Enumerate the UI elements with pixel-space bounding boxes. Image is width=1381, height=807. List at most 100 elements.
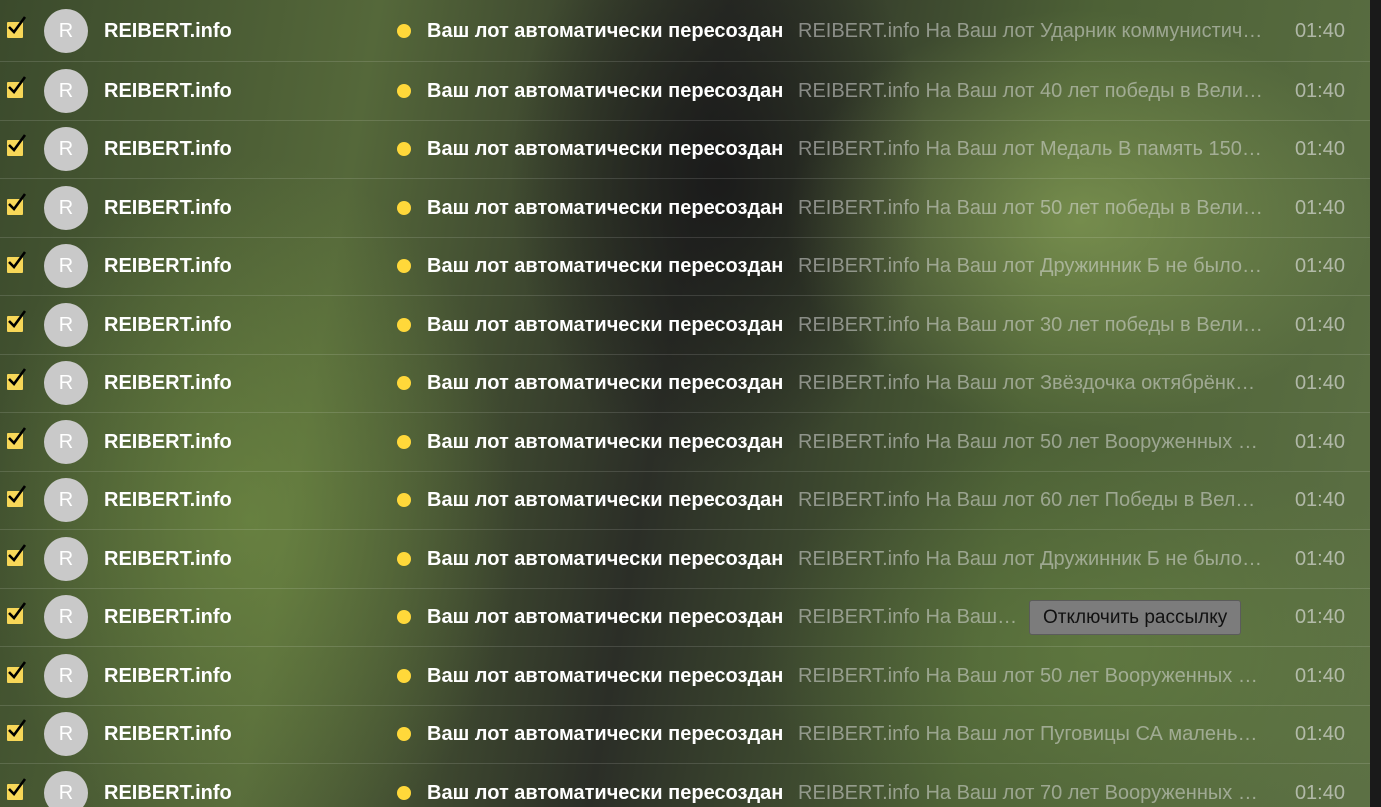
message-row[interactable]: R REIBERT.info Ваш лот автоматически пер… <box>0 413 1370 472</box>
unread-dot-icon[interactable] <box>397 434 411 449</box>
avatar: R <box>44 361 88 406</box>
message-row[interactable]: R REIBERT.info Ваш лот автоматически пер… <box>0 355 1370 413</box>
message-time: 01:40 <box>1294 372 1345 395</box>
unread-dot-icon[interactable] <box>397 727 411 742</box>
sender-name: REIBERT.info <box>104 664 232 687</box>
row-checkbox[interactable] <box>7 368 27 391</box>
message-snippet: REIBERT.info На Ваш лот Дружинник Б не б… <box>798 547 1264 570</box>
row-checkbox[interactable] <box>7 134 27 157</box>
message-snippet: REIBERT.info На Ваш лот <box>798 606 1020 629</box>
sender-name: REIBERT.info <box>104 372 232 395</box>
checkmark-icon <box>8 660 27 679</box>
sender-name: REIBERT.info <box>104 723 232 746</box>
message-time: 01:40 <box>1294 19 1345 42</box>
message-time: 01:40 <box>1294 547 1345 570</box>
checkmark-icon <box>8 134 27 153</box>
unread-dot-icon[interactable] <box>397 785 411 800</box>
unread-dot-icon[interactable] <box>397 493 411 508</box>
message-snippet: REIBERT.info На Ваш лот Ударник коммунис… <box>798 19 1264 42</box>
checkmark-icon <box>8 368 27 387</box>
avatar: R <box>44 536 88 581</box>
message-snippet: REIBERT.info На Ваш лот Звёздочка октябр… <box>798 372 1264 395</box>
avatar: R <box>44 770 88 807</box>
unread-dot-icon[interactable] <box>397 376 411 391</box>
message-row[interactable]: R REIBERT.info Ваш лот автоматически пер… <box>0 179 1370 238</box>
unread-dot-icon[interactable] <box>397 610 411 625</box>
avatar: R <box>44 712 88 757</box>
row-checkbox[interactable] <box>7 485 27 508</box>
avatar: R <box>44 127 88 172</box>
message-row[interactable]: R REIBERT.info Ваш лот автоматически пер… <box>0 62 1370 121</box>
unread-dot-icon[interactable] <box>397 83 411 98</box>
message-subject: Ваш лот автоматически пересоздан <box>427 547 784 570</box>
unread-dot-icon[interactable] <box>397 317 411 332</box>
sender-name: REIBERT.info <box>104 19 232 42</box>
avatar: R <box>44 302 88 347</box>
row-checkbox[interactable] <box>7 426 27 449</box>
row-checkbox[interactable] <box>7 719 27 742</box>
message-subject: Ваш лот автоматически пересоздан <box>427 196 784 219</box>
message-time: 01:40 <box>1294 196 1345 219</box>
sender-name: REIBERT.info <box>104 781 232 804</box>
message-snippet: REIBERT.info На Ваш лот Дружинник Б не б… <box>798 255 1264 278</box>
message-time: 01:40 <box>1294 664 1345 687</box>
avatar: R <box>44 419 88 464</box>
message-snippet: REIBERT.info На Ваш лот 30 лет победы в … <box>798 313 1264 336</box>
sender-name: REIBERT.info <box>104 430 232 453</box>
message-snippet: REIBERT.info На Ваш лот 50 лет Вооруженн… <box>798 430 1264 453</box>
message-time: 01:40 <box>1294 430 1345 453</box>
avatar: R <box>44 8 88 53</box>
message-row[interactable]: R REIBERT.info Ваш лот автоматически пер… <box>0 296 1370 355</box>
message-row[interactable]: R REIBERT.info Ваш лот автоматически пер… <box>0 0 1370 62</box>
message-row[interactable]: R REIBERT.info Ваш лот автоматически пер… <box>0 706 1370 764</box>
row-checkbox[interactable] <box>7 660 27 683</box>
message-row[interactable]: R REIBERT.info Ваш лот автоматически пер… <box>0 238 1370 296</box>
message-row-hovered[interactable]: R REIBERT.info Ваш лот автоматически пер… <box>0 589 1370 647</box>
unread-dot-icon[interactable] <box>397 200 411 215</box>
avatar: R <box>44 185 88 230</box>
row-checkbox[interactable] <box>7 543 27 566</box>
row-checkbox[interactable] <box>7 192 27 215</box>
row-checkbox[interactable] <box>7 15 27 38</box>
message-row[interactable]: R REIBERT.info Ваш лот автоматически пер… <box>0 530 1370 589</box>
unread-dot-icon[interactable] <box>397 23 411 38</box>
checkmark-icon <box>8 777 27 796</box>
unread-dot-icon[interactable] <box>397 142 411 157</box>
sender-name: REIBERT.info <box>104 255 232 278</box>
scrollbar-track[interactable] <box>1370 0 1381 807</box>
message-time: 01:40 <box>1294 723 1345 746</box>
unread-dot-icon[interactable] <box>397 259 411 274</box>
message-snippet: REIBERT.info На Ваш лот Медаль В память … <box>798 138 1264 161</box>
message-subject: Ваш лот автоматически пересоздан <box>427 664 784 687</box>
avatar: R <box>44 68 88 113</box>
sender-name: REIBERT.info <box>104 79 232 102</box>
checkmark-icon <box>8 719 27 738</box>
message-row[interactable]: R REIBERT.info Ваш лот автоматически пер… <box>0 764 1370 807</box>
row-checkbox[interactable] <box>7 251 27 274</box>
message-row[interactable]: R REIBERT.info Ваш лот автоматически пер… <box>0 121 1370 179</box>
unread-dot-icon[interactable] <box>397 551 411 566</box>
message-time: 01:40 <box>1294 79 1345 102</box>
message-row[interactable]: R REIBERT.info Ваш лот автоматически пер… <box>0 472 1370 530</box>
message-subject: Ваш лот автоматически пересоздан <box>427 19 784 42</box>
row-checkbox[interactable] <box>7 602 27 625</box>
row-checkbox[interactable] <box>7 309 27 332</box>
avatar: R <box>44 653 88 698</box>
message-row[interactable]: R REIBERT.info Ваш лот автоматически пер… <box>0 647 1370 706</box>
checkmark-icon <box>8 75 27 94</box>
message-subject: Ваш лот автоматически пересоздан <box>427 138 784 161</box>
row-checkbox[interactable] <box>7 75 27 98</box>
message-subject: Ваш лот автоматически пересоздан <box>427 781 784 804</box>
message-subject: Ваш лот автоматически пересоздан <box>427 255 784 278</box>
unread-dot-icon[interactable] <box>397 668 411 683</box>
checkmark-icon <box>8 309 27 328</box>
unsubscribe-button[interactable]: Отключить рассылку <box>1029 600 1242 636</box>
message-subject: Ваш лот автоматически пересоздан <box>427 79 784 102</box>
message-time: 01:40 <box>1294 606 1345 629</box>
message-snippet: REIBERT.info На Ваш лот 60 лет Победы в … <box>798 489 1264 512</box>
message-subject: Ваш лот автоматически пересоздан <box>427 606 784 629</box>
checkmark-icon <box>8 15 27 34</box>
row-checkbox[interactable] <box>7 777 27 800</box>
message-subject: Ваш лот автоматически пересоздан <box>427 489 784 512</box>
message-time: 01:40 <box>1294 313 1345 336</box>
